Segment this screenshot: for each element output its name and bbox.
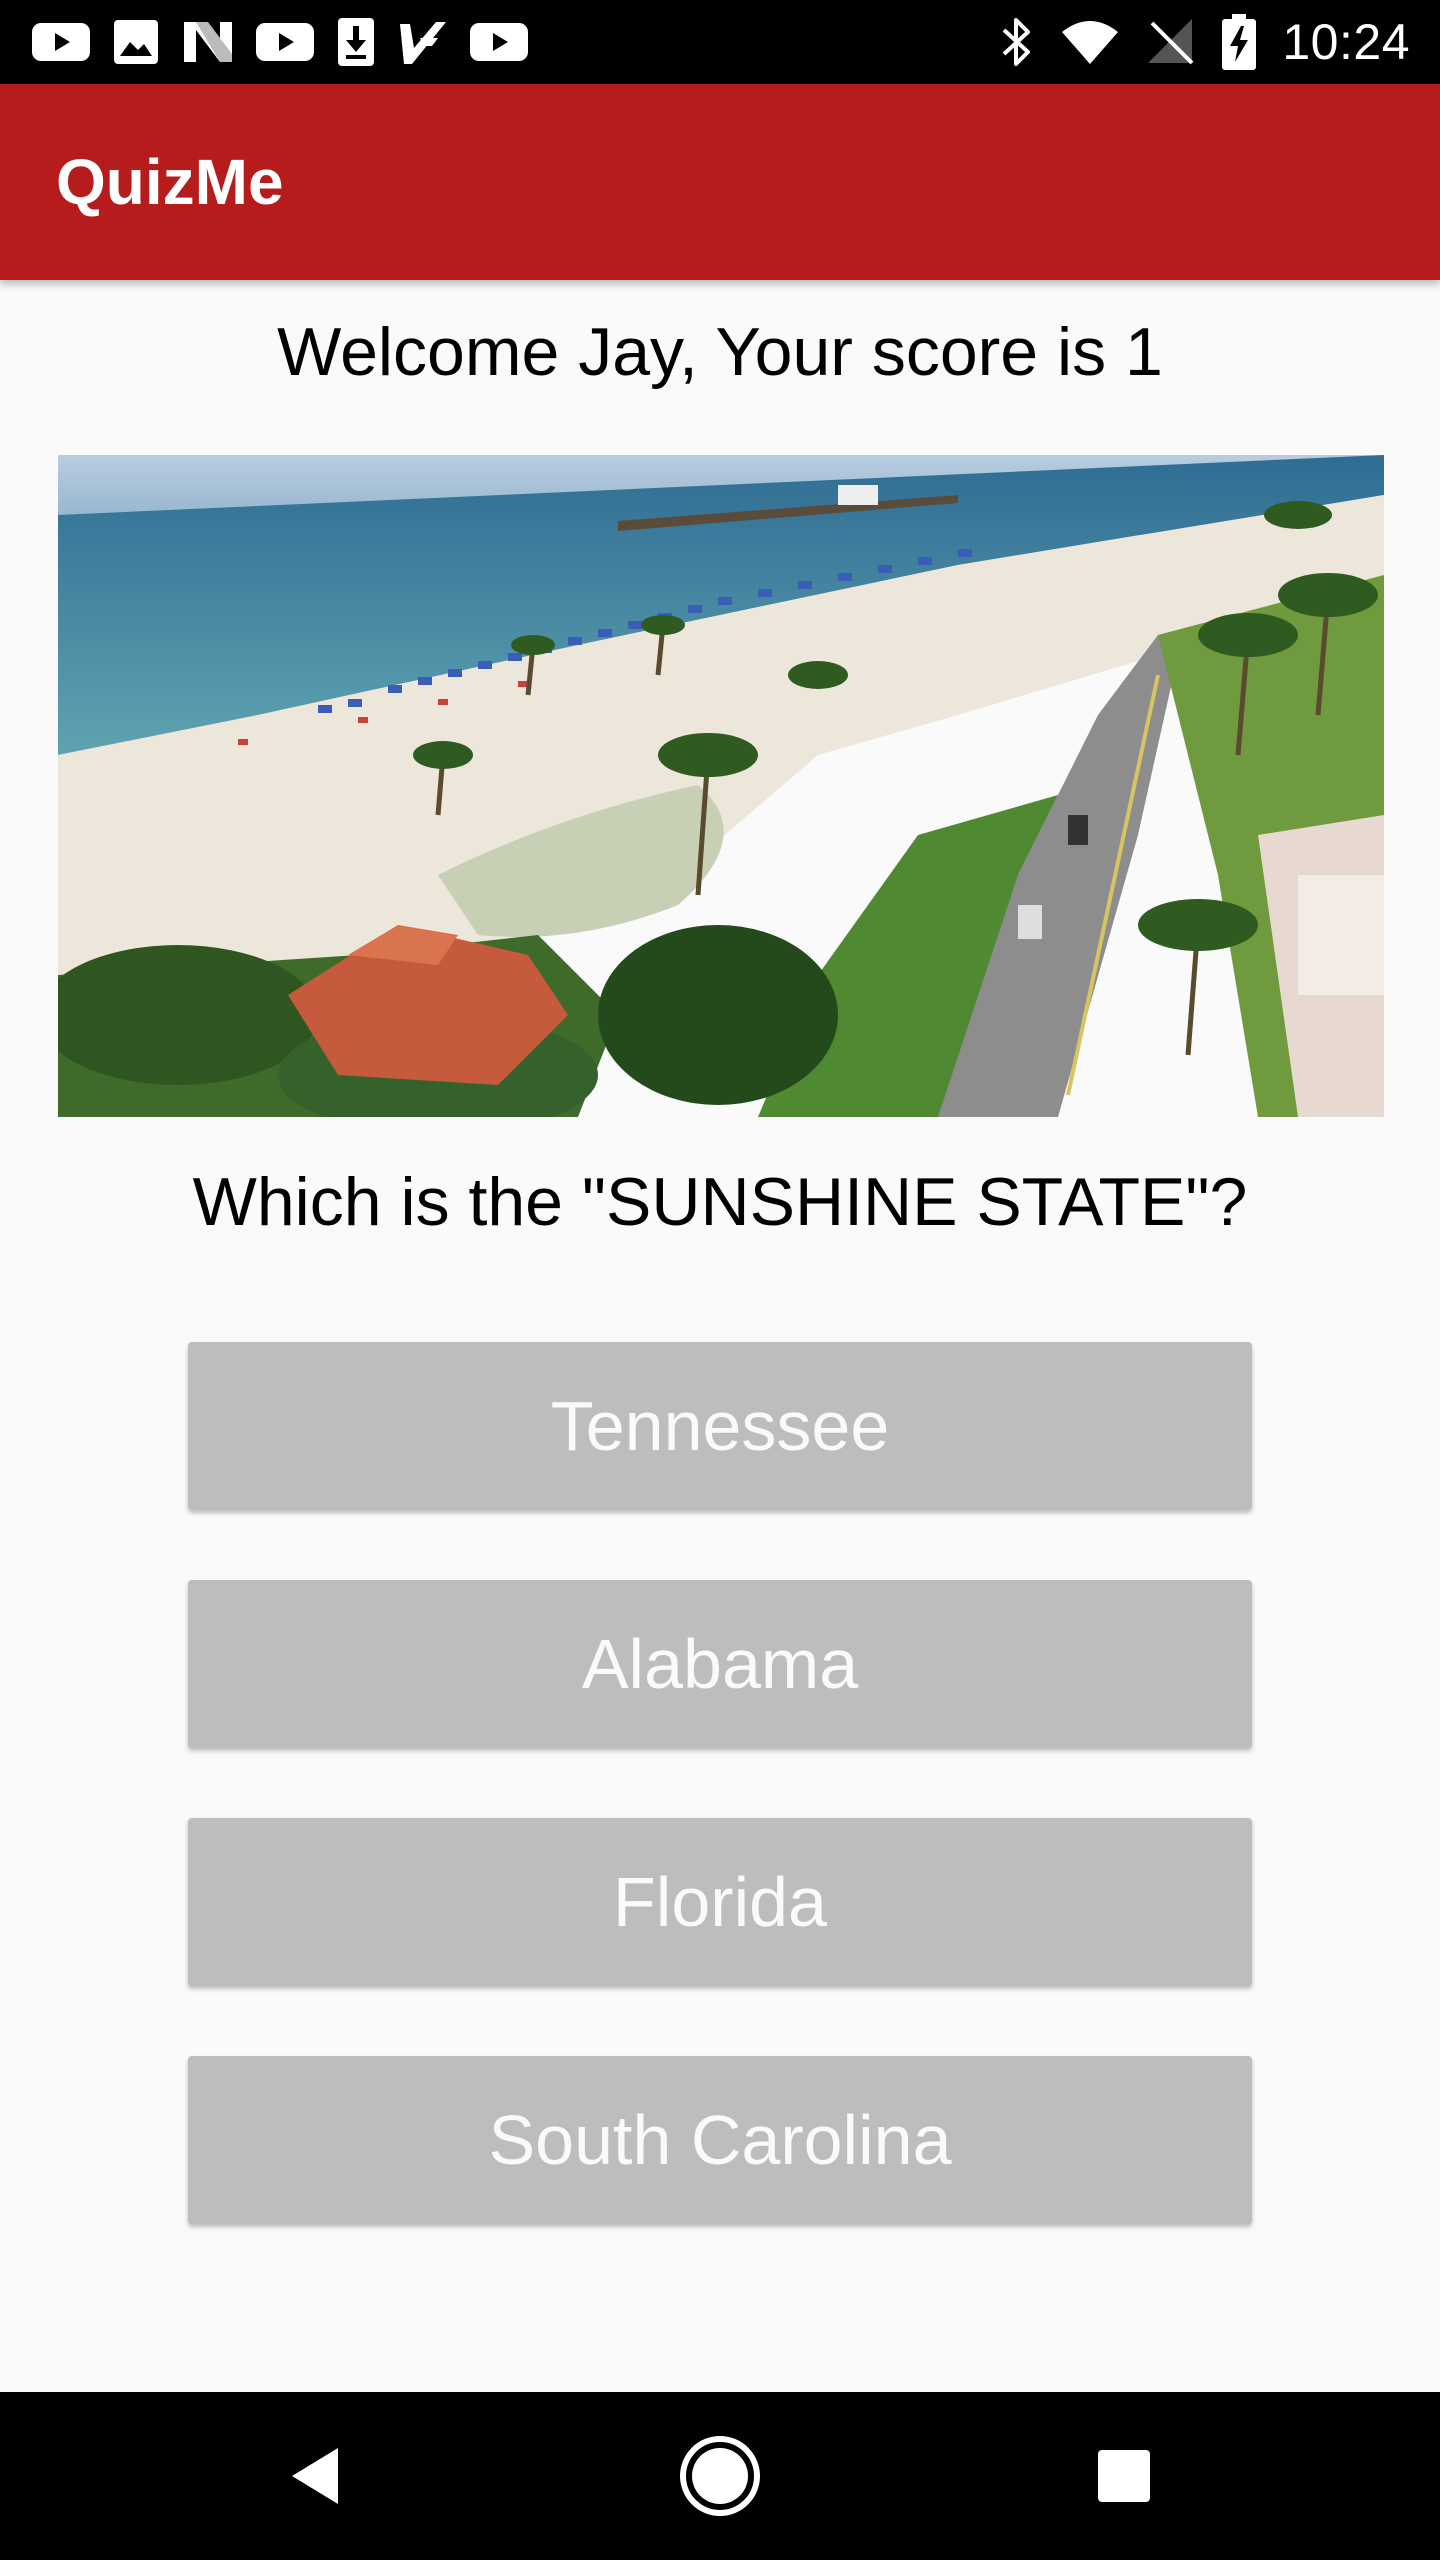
app-title: QuizMe — [56, 146, 284, 218]
recents-icon — [1098, 2450, 1150, 2502]
image-icon — [114, 20, 158, 64]
status-bar: 10:24 — [0, 0, 1440, 84]
n-app-icon — [184, 22, 232, 62]
answer-button-south-carolina[interactable]: South Carolina — [188, 2056, 1252, 2224]
youtube-icon — [32, 23, 90, 61]
youtube-icon — [470, 23, 528, 61]
app-bar: QuizMe — [0, 84, 1440, 280]
home-button[interactable] — [636, 2392, 804, 2560]
answer-button-florida[interactable]: Florida — [188, 1818, 1252, 1986]
check-app-icon — [400, 22, 446, 64]
notification-icons — [32, 0, 528, 84]
no-signal-icon — [1148, 19, 1194, 65]
youtube-icon — [256, 23, 314, 61]
recents-button[interactable] — [1040, 2392, 1208, 2560]
back-icon — [292, 2448, 338, 2504]
battery-charging-icon — [1222, 14, 1257, 70]
quiz-screen: 10:24 QuizMe Welcome Jay, Your score is … — [0, 0, 1440, 2560]
back-button[interactable] — [232, 2392, 400, 2560]
beach-photo — [58, 455, 1384, 1117]
question-text: Which is the "SUNSHINE STATE"? — [192, 1164, 1248, 1240]
wifi-icon — [1062, 21, 1119, 64]
answer-button-alabama[interactable]: Alabama — [188, 1580, 1252, 1748]
home-icon — [680, 2436, 760, 2516]
system-icons: 10:24 — [1000, 0, 1410, 84]
status-clock: 10:24 — [1282, 14, 1410, 70]
bluetooth-icon — [1003, 18, 1031, 66]
welcome-score-text: Welcome Jay, Your score is 1 — [277, 314, 1163, 390]
download-icon — [338, 18, 374, 66]
navigation-bar — [0, 2392, 1440, 2560]
answer-button-tennessee[interactable]: Tennessee — [188, 1342, 1252, 1510]
